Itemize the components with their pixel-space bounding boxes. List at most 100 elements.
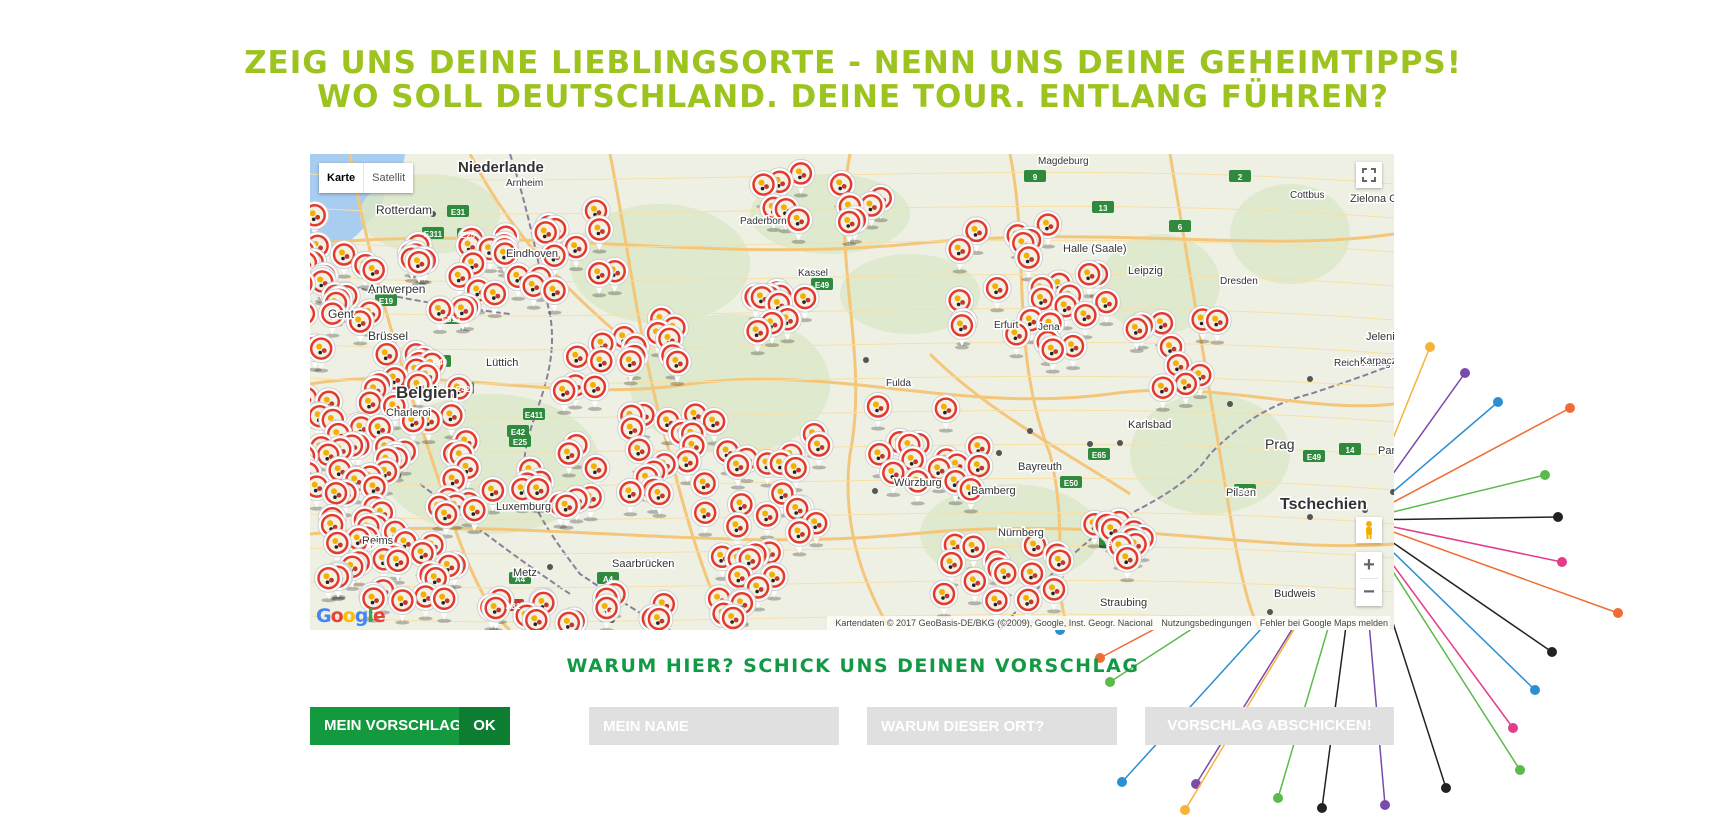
minor-road: [310, 545, 1394, 559]
map-type-satellit[interactable]: Satellit: [364, 163, 413, 193]
burst-dot: [1460, 368, 1470, 378]
road-label: E49: [1307, 453, 1322, 462]
map-pin-icon[interactable]: [752, 501, 782, 540]
burst-dot: [1425, 342, 1435, 352]
google-logo: Google: [316, 605, 386, 627]
name-input[interactable]: [589, 707, 839, 745]
place-label: Paderborn: [740, 216, 787, 227]
road-label: E49: [815, 281, 830, 290]
map-pin-icon[interactable]: [718, 603, 748, 630]
map-type-karte[interactable]: Karte: [319, 163, 365, 193]
place-label: Gent: [328, 307, 355, 321]
burst-dot: [1180, 805, 1190, 815]
map-pin-icon[interactable]: [1038, 335, 1068, 374]
burst-dot: [1105, 677, 1115, 687]
zoom-control[interactable]: + −: [1356, 552, 1382, 606]
suggestion-form: MEIN VORSCHLAG OK VORSCHLAG ABSCHICKEN!: [310, 707, 1394, 745]
map-pin-icon[interactable]: [1112, 543, 1142, 583]
road-label: 13: [1099, 204, 1108, 213]
place-label: Antwerpen: [368, 282, 425, 296]
map-canvas[interactable]: Niederlande Arnheim Rotterdam Eindhoven Antw…: [310, 154, 1394, 630]
ok-button[interactable]: OK: [459, 707, 510, 745]
place-label: Charleroi: [386, 407, 431, 419]
place-label: Saarbrücken: [612, 558, 674, 570]
mein-vorschlag-label: MEIN VORSCHLAG: [324, 717, 462, 734]
place-label: Jena: [1038, 322, 1060, 333]
road-label: E42: [456, 385, 471, 394]
headline-line-2: WO SOLL DEUTSCHLAND. DEINE TOUR. ENTLANG…: [316, 79, 1390, 115]
city-dot: [1307, 376, 1313, 382]
map-pin-icon[interactable]: [644, 604, 674, 630]
terms-link[interactable]: Nutzungsbedingungen: [1161, 618, 1251, 628]
place-label: Belgien: [396, 383, 457, 402]
sub-headline: WARUM HIER? SCHICK UNS DEINEN VORSCHLAG: [566, 655, 1140, 677]
pegman-icon[interactable]: [1356, 517, 1382, 543]
reason-input[interactable]: [867, 707, 1117, 745]
burst-dot: [1540, 470, 1550, 480]
place-label: Eindhoven: [506, 248, 558, 260]
place-label: Luxemburg: [496, 501, 551, 513]
city-dot: [872, 488, 878, 494]
map-attribution: Kartendaten © 2017 GeoBasis-DE/BKG (©200…: [827, 616, 1390, 630]
place-label: Tschechien: [1280, 496, 1367, 513]
place-label: Nürnberg: [998, 527, 1044, 539]
road-label: E19: [379, 297, 394, 306]
place-label: Leipzig: [1128, 265, 1163, 277]
map-pin-icon[interactable]: [310, 334, 336, 373]
city-dot: [1267, 609, 1273, 615]
burst-dot: [1117, 777, 1127, 787]
place-label: Karpacz: [1360, 356, 1394, 367]
place-label: Fulda: [886, 378, 911, 389]
report-error-link[interactable]: Fehler bei Google Maps melden: [1260, 618, 1388, 628]
place-label: Würzburg: [894, 477, 942, 489]
map-pin-icon[interactable]: [931, 394, 961, 433]
place-label: Cottbus: [1290, 190, 1324, 201]
burst-dot: [1515, 765, 1525, 775]
burst-dot: [1441, 783, 1451, 793]
minor-road: [310, 341, 1394, 355]
place-label: Brüssel: [368, 329, 408, 343]
road-label: 9: [1108, 539, 1113, 548]
map-type-control[interactable]: Karte Satellit: [319, 163, 414, 193]
zoom-in-button[interactable]: +: [1356, 552, 1382, 578]
map-pin-icon[interactable]: [784, 517, 814, 557]
map-pin-icon[interactable]: [723, 451, 753, 490]
zoom-out-button[interactable]: −: [1356, 579, 1382, 605]
road-label: 9: [1033, 173, 1038, 182]
map-pin-icon[interactable]: [1202, 306, 1232, 345]
fullscreen-icon[interactable]: [1356, 162, 1382, 188]
map-pin-icon[interactable]: [387, 586, 417, 625]
place-label: Bamberg: [971, 485, 1016, 497]
road-label: 6: [1178, 223, 1183, 232]
city-dot: [1117, 440, 1123, 446]
map[interactable]: Niederlande Arnheim Rotterdam Eindhoven Antw…: [310, 154, 1394, 630]
burst-dot: [1508, 723, 1518, 733]
map-pin-icon[interactable]: [929, 579, 959, 618]
road-label: E31: [451, 208, 466, 217]
map-pin-icon[interactable]: [521, 605, 551, 630]
road-label: A31: [506, 602, 521, 611]
map-pin-icon[interactable]: [540, 276, 569, 315]
map-pin-icon[interactable]: [863, 392, 893, 431]
map-pin-icon[interactable]: [310, 300, 319, 338]
map-pin-icon[interactable]: [580, 372, 610, 411]
road-label: E25: [513, 438, 528, 447]
map-pin-icon[interactable]: [690, 498, 720, 537]
road-label: E311: [424, 230, 443, 239]
place-label: Budweis: [1274, 588, 1316, 600]
burst-dot: [1493, 397, 1503, 407]
road-label: A26: [366, 541, 381, 550]
road-label: 14: [1346, 446, 1355, 455]
road-label: E40: [433, 358, 448, 367]
place-label: Jelenia G: [1366, 331, 1394, 343]
submit-suggestion-button[interactable]: VORSCHLAG ABSCHICKEN!: [1145, 707, 1394, 745]
map-pin-icon[interactable]: [429, 584, 459, 623]
map-pin-icon[interactable]: [615, 477, 645, 517]
mein-vorschlag-button[interactable]: MEIN VORSCHLAG OK: [310, 707, 510, 745]
place-label: Straubing: [1100, 597, 1147, 609]
map-pin-icon[interactable]: [982, 273, 1012, 313]
road-label: 2: [1238, 173, 1243, 182]
road-label: E411: [525, 411, 544, 420]
map-pin-icon[interactable]: [552, 491, 582, 530]
map-pin-icon[interactable]: [947, 310, 977, 350]
